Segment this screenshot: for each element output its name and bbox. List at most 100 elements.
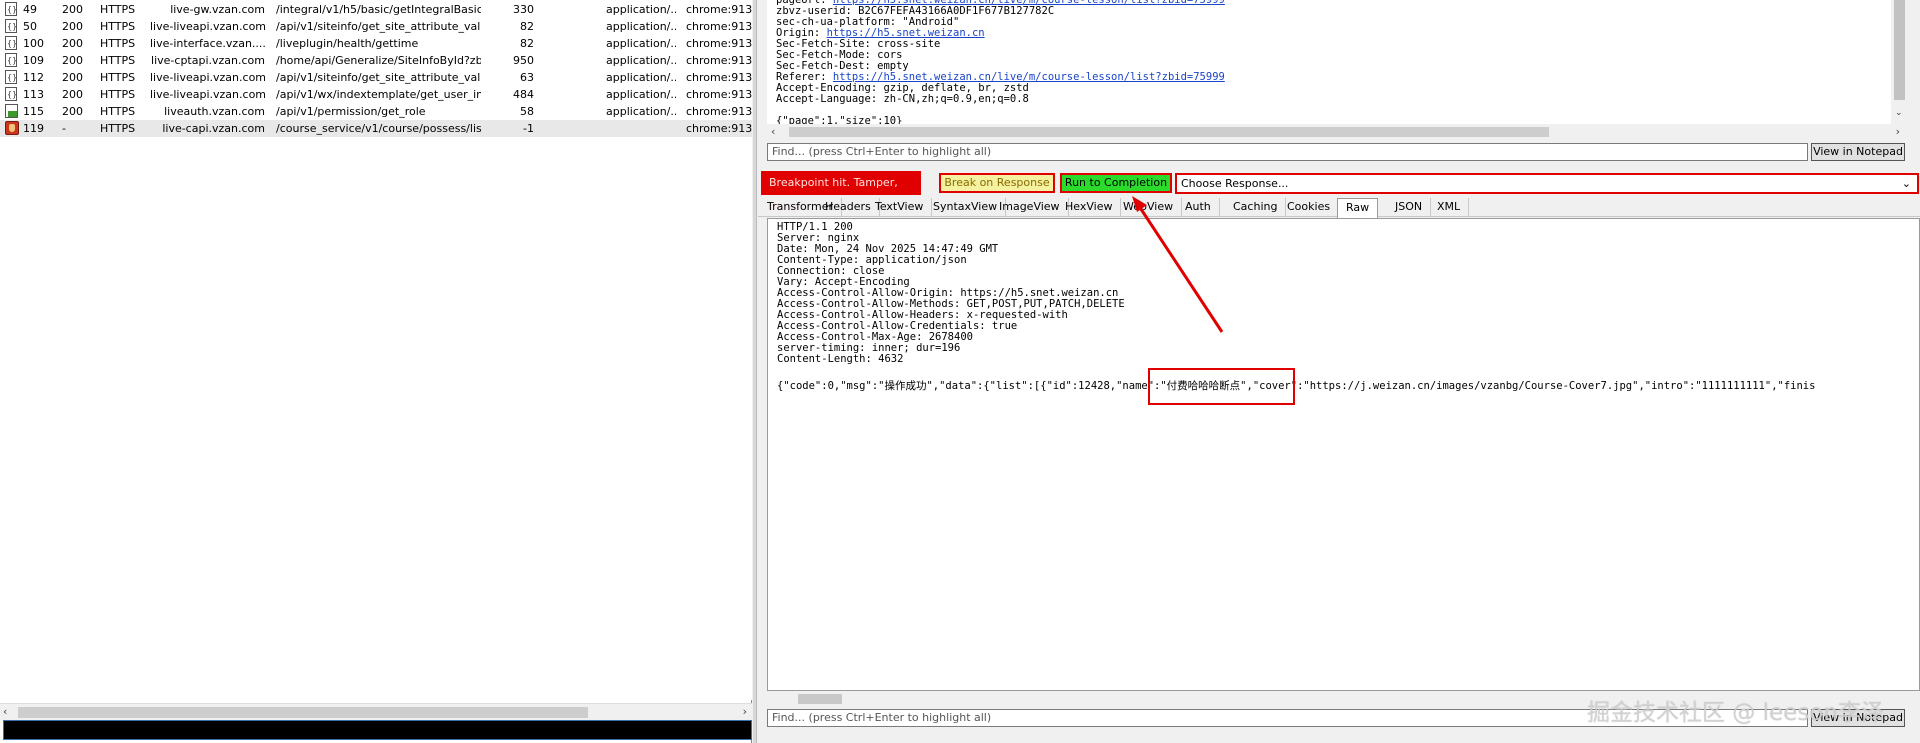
session-number: 113 — [23, 88, 44, 101]
session-protocol: HTTPS — [100, 88, 136, 101]
request-find-input[interactable]: Find... (press Ctrl+Enter to highlight a… — [767, 143, 1808, 161]
request-line — [776, 105, 1891, 116]
session-row[interactable]: 100 200 HTTPS live-interface.vzan.... /livep… — [0, 35, 752, 52]
choose-response-value: Choose Response... — [1181, 177, 1289, 190]
json-doc-icon — [5, 36, 17, 51]
session-content-type: application/... — [606, 71, 676, 84]
scroll-left-arrow-icon[interactable]: ‹ — [3, 705, 7, 718]
scroll-down-arrow-icon[interactable]: ⌄ — [1895, 108, 1903, 118]
session-content-type: application/... — [606, 37, 676, 50]
scroll-left-arrow-icon[interactable]: ‹ — [771, 125, 775, 138]
scrollbar-thumb[interactable] — [789, 127, 1549, 137]
request-line-text: Accept-Language: zh-CN,zh;q=0.9,en;q=0.8 — [776, 93, 1029, 105]
session-body-size: 82 — [520, 20, 534, 33]
request-horizontal-scrollbar[interactable]: ‹ › — [767, 124, 1908, 140]
session-process: chrome:9136 — [686, 88, 752, 101]
response-header-line: server-timing: inner; dur=196 — [777, 342, 961, 354]
session-result: 200 — [62, 71, 83, 84]
session-row[interactable]: 113 200 HTTPS live-liveapi.vzan.com/api/v1/… — [0, 86, 752, 103]
session-protocol: HTTPS — [100, 54, 136, 67]
session-process: chrome:9136 — [686, 71, 752, 84]
session-number: 109 — [23, 54, 44, 67]
request-line: {"page":1,"size":10} — [776, 115, 1891, 125]
pane-splitter[interactable] — [753, 0, 757, 743]
session-body-size: 63 — [520, 71, 534, 84]
session-row[interactable]: 109 200 HTTPS live-cptapi.vzan.com/home/api… — [0, 52, 752, 69]
tab-textview[interactable]: TextView — [867, 198, 933, 217]
breakpoint-bar: Breakpoint hit. Tamper, then: Break on R… — [761, 171, 1920, 213]
json-doc-icon — [5, 70, 20, 85]
json-doc-icon — [5, 53, 20, 68]
json-doc-icon — [5, 2, 17, 17]
breakpoint-hit-label: Breakpoint hit. Tamper, then: — [761, 171, 921, 213]
session-row[interactable]: 119 - HTTPS live-capi.vzan.com/course_servi… — [0, 120, 752, 137]
request-vertical-scrollbar[interactable]: ⌄ — [1891, 0, 1908, 124]
session-process: chrome:9136 — [686, 122, 752, 135]
choose-response-dropdown[interactable]: Choose Response... ⌄ — [1175, 173, 1919, 194]
session-row[interactable]: 112 200 HTTPS live-liveapi.vzan.com/api/v1/… — [0, 69, 752, 86]
tab-cookies[interactable]: Cookies — [1279, 198, 1340, 217]
session-protocol: HTTPS — [100, 37, 136, 50]
response-tab-strip: Transformer Headers TextView SyntaxView Imag… — [758, 198, 1920, 218]
session-url: /api/v1/siteinfo/get_site_attribute_valu… — [276, 71, 481, 84]
run-to-completion-button[interactable]: Run to Completion — [1060, 173, 1172, 193]
json-doc-icon — [5, 2, 20, 17]
tab-raw[interactable]: Raw — [1337, 198, 1379, 218]
session-url: /home/api/Generalize/SiteInfoById?zbid..… — [276, 54, 481, 67]
session-result: 200 — [62, 20, 83, 33]
response-raw-text[interactable]: HTTP/1.1 200 Server: nginx Date: Mon, 24 N… — [767, 218, 1920, 691]
tab-caching[interactable]: Caching — [1225, 198, 1287, 217]
scrollbar-thumb[interactable] — [798, 694, 842, 704]
session-row[interactable]: 115 200 HTTPS liveauth.vzan.com/api/v1/perm… — [0, 103, 752, 120]
session-host: liveauth.vzan.com — [164, 105, 265, 118]
json-doc-icon — [5, 70, 17, 85]
json-doc-icon — [5, 53, 17, 68]
request-raw-text[interactable]: pageUrl: https://h5.snet.weizan.cn/live/… — [767, 0, 1891, 124]
session-body-size: 484 — [513, 88, 534, 101]
request-line: Sec-Fetch-Mode: cors — [776, 50, 1891, 61]
quickexec-command-input[interactable] — [3, 720, 752, 740]
session-host: live-liveapi.vzan.com — [150, 71, 265, 84]
session-host: live-capi.vzan.com — [162, 122, 265, 135]
scroll-right-arrow-icon[interactable]: › — [1896, 125, 1900, 138]
breakpoint-icon — [5, 121, 19, 135]
session-row[interactable]: 49 200 HTTPS live-gw.vzan.com/integral/v1/h… — [0, 1, 752, 18]
response-header-line: Content-Length: 4632 — [777, 353, 904, 365]
session-url: /integral/v1/h5/basic/getIntegralBasic?z… — [276, 3, 481, 16]
session-result: 200 — [62, 3, 83, 16]
response-body-json: {"code":0,"msg":"操作成功","data":{"list":[{… — [777, 380, 1816, 392]
session-row[interactable]: 50 200 HTTPS live-liveapi.vzan.com/api/v1/s… — [0, 18, 752, 35]
request-line: Accept-Language: zh-CN,zh;q=0.9,en;q=0.8 — [776, 94, 1891, 105]
tab-xml[interactable]: XML — [1429, 198, 1470, 217]
session-number: 115 — [23, 105, 44, 118]
request-view-in-notepad-button[interactable]: View in Notepad — [1811, 143, 1905, 161]
session-host: live-cptapi.vzan.com — [151, 54, 265, 67]
scrollbar-thumb[interactable] — [1894, 0, 1905, 100]
session-number: 50 — [23, 20, 37, 33]
tab-json[interactable]: JSON — [1387, 198, 1432, 217]
response-header-line: Content-Type: application/json — [777, 254, 967, 266]
session-process: chrome:9136 — [686, 20, 752, 33]
session-protocol: HTTPS — [100, 3, 136, 16]
tab-hexview[interactable]: HexView — [1057, 198, 1122, 217]
session-result: 200 — [62, 105, 83, 118]
session-number: 100 — [23, 37, 44, 50]
session-url: /api/v1/permission/get_role — [276, 105, 426, 118]
tab-webview[interactable]: WebView — [1115, 198, 1183, 217]
sessions-horizontal-scrollbar[interactable]: ‹ › — [0, 703, 752, 720]
session-protocol: HTTPS — [100, 122, 136, 135]
session-body-size: 82 — [520, 37, 534, 50]
tab-auth[interactable]: Auth — [1177, 198, 1220, 217]
session-protocol: HTTPS — [100, 105, 136, 118]
session-result: 200 — [62, 37, 83, 50]
request-line: Sec-Fetch-Site: cross-site — [776, 39, 1891, 50]
break-on-response-button[interactable]: Break on Response — [939, 173, 1055, 193]
get-request-icon — [5, 104, 20, 119]
watermark: 掘金技术社区 @ leeson李泽 — [1587, 700, 1884, 726]
scrollbar-thumb[interactable] — [18, 707, 588, 718]
session-url: /course_service/v1/course/possess/list — [276, 122, 481, 135]
request-line-text: {"page":1,"size":10} — [776, 115, 903, 125]
scroll-right-arrow-icon[interactable]: › — [743, 705, 747, 718]
json-doc-icon — [5, 87, 20, 102]
json-doc-icon — [5, 87, 17, 102]
